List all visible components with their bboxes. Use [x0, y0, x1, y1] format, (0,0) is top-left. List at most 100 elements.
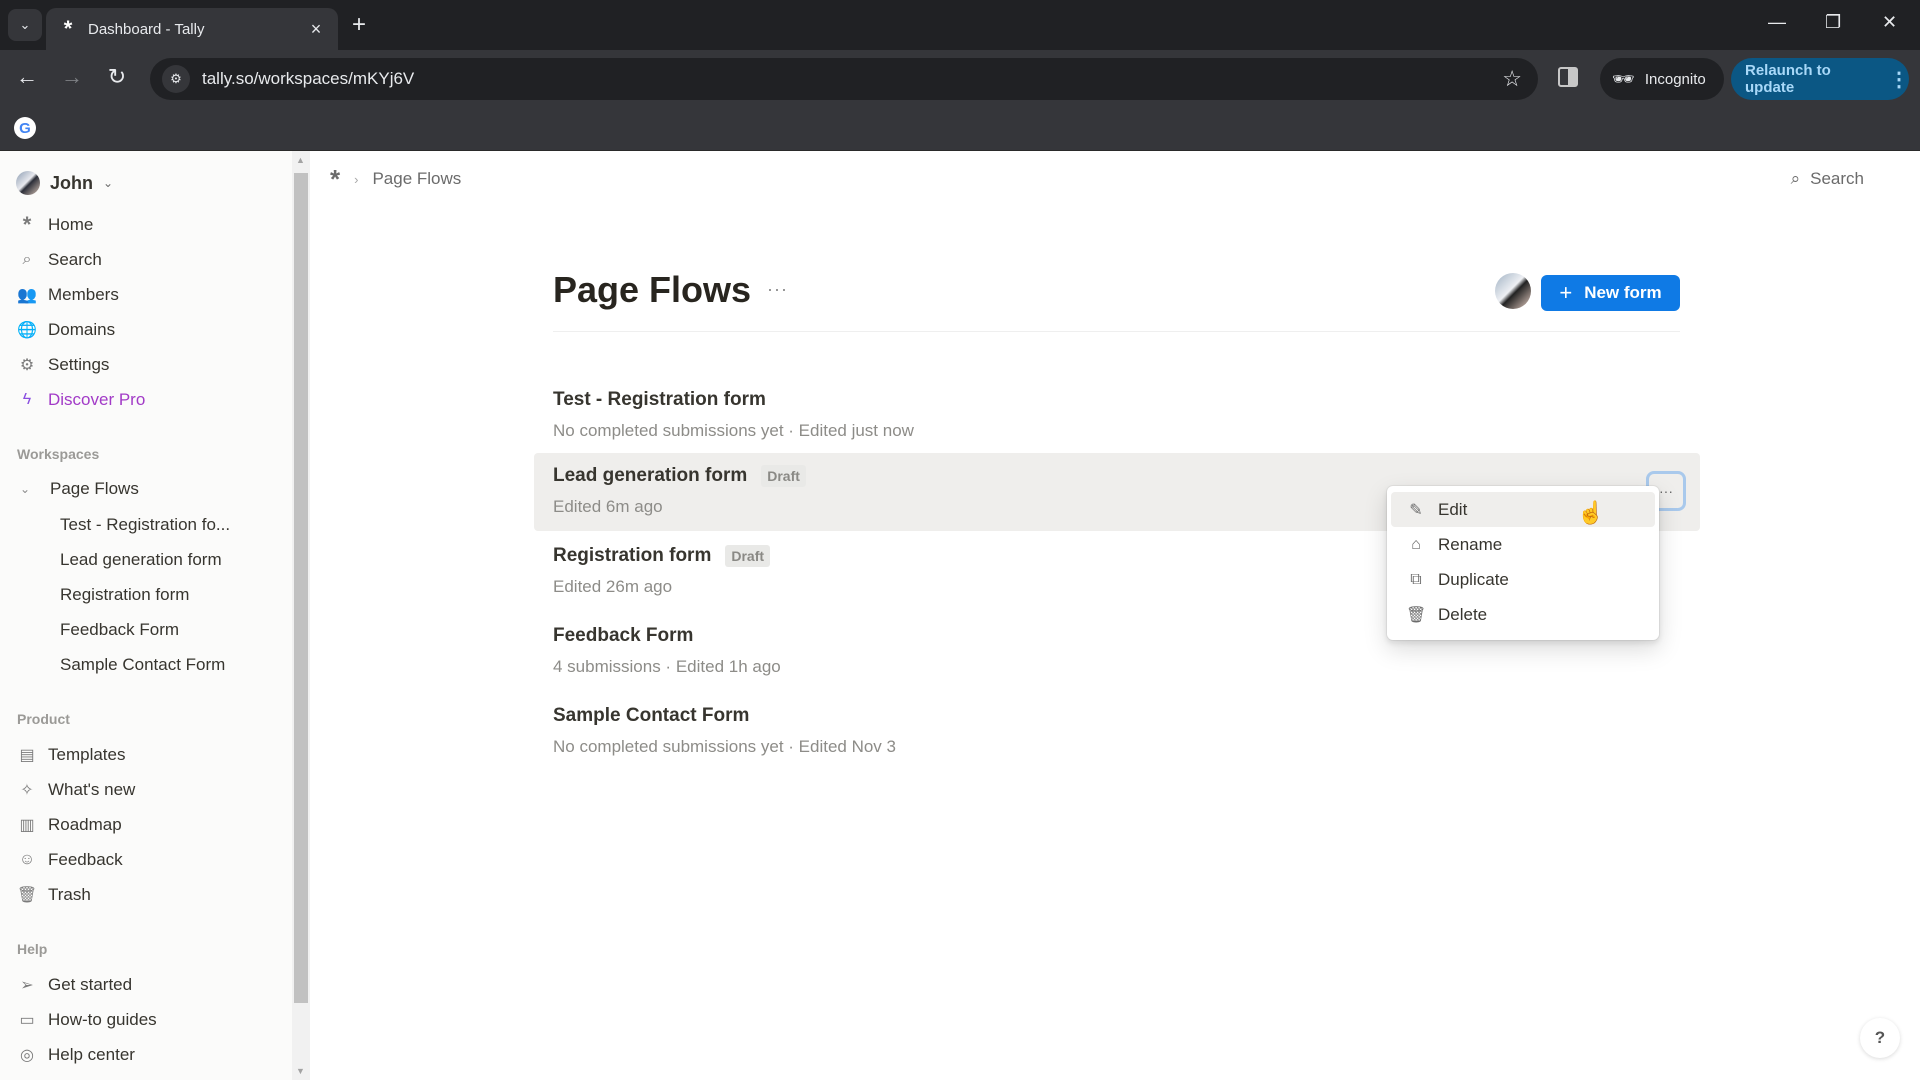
- sidebar-item-search[interactable]: ⌕ Search: [16, 246, 102, 274]
- google-bookmark-icon[interactable]: G: [14, 117, 36, 139]
- site-info-icon[interactable]: ⚙: [162, 65, 190, 93]
- tally-favicon-icon: *: [63, 16, 73, 41]
- menu-item-rename[interactable]: ⌂ Rename: [1391, 527, 1655, 562]
- sidebar-item-label: Settings: [48, 355, 110, 374]
- sidebar-item-home[interactable]: * Home: [16, 211, 94, 239]
- back-icon[interactable]: ←: [12, 64, 42, 90]
- more-options-icon[interactable]: ···: [767, 279, 788, 300]
- sidebar-item-how-to-guides[interactable]: ▭ How-to guides: [16, 1006, 157, 1034]
- relaunch-button[interactable]: Relaunch to update ⋮: [1731, 58, 1909, 100]
- breadcrumb-item[interactable]: Page Flows: [372, 169, 461, 189]
- sidebar-item-label: How-to guides: [48, 1010, 157, 1029]
- sidebar-item-label: Domains: [48, 320, 116, 339]
- sidebar-item-label: Search: [48, 250, 102, 269]
- form-meta: No completed submissions yet · Edited No…: [553, 737, 896, 756]
- status-badge: Draft: [761, 465, 806, 487]
- menu-item-edit[interactable]: ✎ Edit: [1391, 492, 1655, 527]
- search-label: Search: [1810, 169, 1864, 188]
- search-icon: ⌕: [22, 251, 32, 268]
- search-button[interactable]: ⌕ Search: [1791, 169, 1864, 189]
- user-name: John: [50, 172, 93, 193]
- sidebar-item-help-center[interactable]: ◎ Help center: [16, 1041, 135, 1069]
- sidebar-item-label: What's new: [48, 780, 136, 799]
- help-button[interactable]: ?: [1860, 1018, 1900, 1058]
- sidebar-item-get-started[interactable]: ➢ Get started: [16, 971, 132, 999]
- tab-title: Dashboard - Tally: [88, 20, 205, 38]
- smiley-icon: ☺: [18, 851, 36, 868]
- workspace-page-flows[interactable]: ⌄ Page Flows: [20, 479, 139, 499]
- workspace-form-item[interactable]: Registration form: [60, 585, 189, 605]
- workspace-form-item[interactable]: Test - Registration fo...: [60, 515, 230, 535]
- sidebar-item-templates[interactable]: ▤ Templates: [16, 741, 125, 769]
- side-panel-icon[interactable]: [1558, 67, 1578, 87]
- menu-item-label: Delete: [1438, 604, 1488, 624]
- sidebar-scrollbar[interactable]: ▲ ▼: [292, 151, 310, 1080]
- workspace-form-item[interactable]: Lead generation form: [60, 550, 222, 570]
- reload-icon[interactable]: ↻: [102, 64, 132, 90]
- form-list-item[interactable]: Sample Contact Form No completed submiss…: [534, 693, 1700, 771]
- incognito-indicator[interactable]: 🕶 Incognito: [1600, 58, 1724, 100]
- map-icon: ▥: [19, 817, 35, 834]
- tag-icon: ⌂: [1411, 535, 1421, 553]
- chevron-down-icon[interactable]: ⌄: [20, 482, 34, 496]
- form-list-item[interactable]: Test - Registration form No completed su…: [534, 377, 1700, 455]
- new-form-button[interactable]: + New form: [1541, 275, 1680, 311]
- sidebar-item-domains[interactable]: 🌐 Domains: [16, 316, 115, 344]
- close-window-icon[interactable]: ✕: [1882, 12, 1897, 33]
- sidebar-item-roadmap[interactable]: ▥ Roadmap: [16, 811, 122, 839]
- user-menu[interactable]: John ⌄: [16, 171, 113, 195]
- close-tab-icon[interactable]: ×: [306, 19, 326, 40]
- tab-search-button[interactable]: ⌄: [8, 9, 42, 41]
- avatar[interactable]: [1495, 273, 1531, 309]
- url-text[interactable]: tally.so/workspaces/mKYj6V: [202, 69, 1502, 89]
- search-icon: ⌕: [1790, 169, 1801, 188]
- more-vert-icon: ⋮: [1889, 68, 1909, 91]
- form-meta: Edited 6m ago: [553, 497, 663, 516]
- forward-icon[interactable]: →: [57, 64, 87, 90]
- page-title: Page Flows: [553, 269, 752, 310]
- menu-item-label: Duplicate: [1438, 569, 1509, 589]
- bookmarks-bar: G: [0, 107, 1920, 151]
- sidebar-item-label: Discover Pro: [48, 390, 146, 409]
- browser-toolbar: ← → ↻ ⚙ tally.so/workspaces/mKYj6V ☆ 🕶 I…: [0, 50, 1920, 107]
- browser-tab[interactable]: * Dashboard - Tally ×: [46, 8, 338, 50]
- form-meta: No completed submissions yet · Edited ju…: [553, 421, 914, 440]
- sidebar-item-feedback[interactable]: ☺ Feedback: [16, 846, 123, 874]
- sidebar-item-members[interactable]: 👥 Members: [16, 281, 119, 309]
- minimize-icon[interactable]: —: [1768, 12, 1786, 33]
- form-meta: 4 submissions · Edited 1h ago: [553, 657, 781, 676]
- form-context-menu: ✎ Edit ⌂ Rename ⧉ Duplicate 🗑 Delete: [1387, 486, 1659, 640]
- bookmark-star-icon[interactable]: ☆: [1502, 66, 1522, 92]
- divider: [553, 331, 1680, 332]
- sidebar-item-label: Home: [48, 215, 94, 234]
- workspace-form-item[interactable]: Sample Contact Form: [60, 655, 225, 675]
- sidebar-item-whats-new[interactable]: ✧ What's new: [16, 776, 135, 804]
- menu-item-duplicate[interactable]: ⧉ Duplicate: [1391, 562, 1655, 597]
- workspace-name: Page Flows: [50, 479, 139, 498]
- sidebar-item-settings[interactable]: ⚙ Settings: [16, 351, 110, 379]
- sidebar-item-label: Trash: [48, 885, 91, 904]
- scrollbar-thumb[interactable]: [294, 173, 308, 1003]
- menu-item-label: Edit: [1438, 499, 1468, 519]
- lightning-icon: ϟ: [22, 391, 32, 408]
- sidebar-item-trash[interactable]: 🗑 Trash: [16, 881, 91, 909]
- form-name: Test - Registration form: [553, 389, 766, 410]
- pencil-icon: ✎: [1409, 501, 1423, 519]
- chevron-right-icon: ›: [354, 171, 359, 187]
- help-section-label: Help: [17, 941, 48, 957]
- sidebar-item-discover-pro[interactable]: ϟ Discover Pro: [16, 386, 146, 414]
- scroll-up-icon[interactable]: ▲: [296, 155, 305, 165]
- address-bar[interactable]: ⚙ tally.so/workspaces/mKYj6V ☆: [150, 58, 1538, 100]
- scroll-down-icon[interactable]: ▼: [296, 1066, 305, 1076]
- menu-item-delete[interactable]: 🗑 Delete: [1391, 597, 1655, 632]
- workspace-form-item[interactable]: Feedback Form: [60, 620, 179, 640]
- restore-icon[interactable]: ❐: [1825, 12, 1841, 33]
- product-section-label: Product: [17, 711, 70, 727]
- sidebar: John ⌄ * Home ⌕ Search 👥 Members 🌐 Domai…: [0, 151, 292, 1080]
- sidebar-item-label: Roadmap: [48, 815, 122, 834]
- new-tab-button[interactable]: +: [352, 12, 366, 38]
- new-form-label: New form: [1584, 283, 1662, 302]
- hand-cursor-icon: ☝: [1577, 500, 1605, 525]
- breadcrumb: * › Page Flows: [330, 166, 461, 192]
- tally-logo-icon[interactable]: *: [330, 166, 340, 192]
